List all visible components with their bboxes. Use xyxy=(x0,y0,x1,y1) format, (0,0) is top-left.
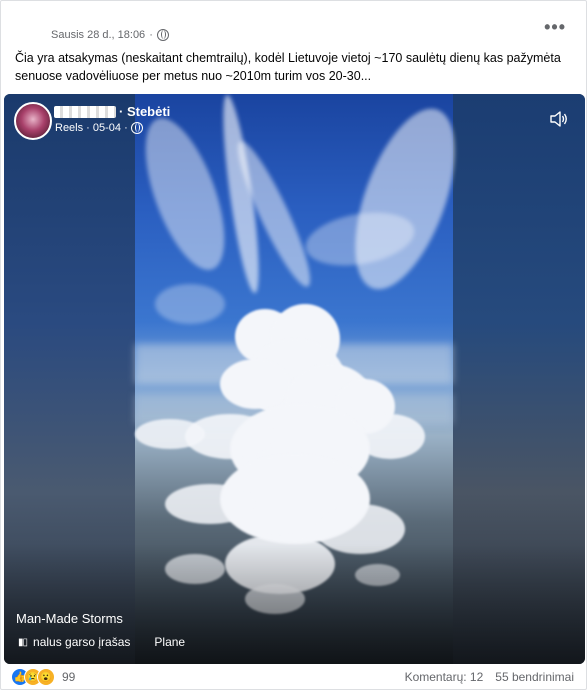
post-footer: 👍 😢 😮 99 Komentarų: 12 55 bendrinimai xyxy=(1,666,586,688)
globe-icon xyxy=(156,29,169,41)
speaker-icon[interactable] xyxy=(549,110,569,128)
author-name-redacted[interactable] xyxy=(54,105,116,118)
shares-count[interactable]: 55 bendrinimai xyxy=(495,670,574,684)
audio-label[interactable]: nalus garso įrašas xyxy=(33,635,130,649)
reel-date[interactable]: Reels · 05-04 · xyxy=(55,122,128,134)
follow-button[interactable]: · Stebėti xyxy=(119,104,170,119)
meta-separator: · xyxy=(149,29,153,41)
reel-meta: Reels · 05-04 · xyxy=(55,122,143,134)
video-player[interactable]: · Stebėti Reels · 05-04 · Man-Made Storm… xyxy=(4,94,585,664)
more-options-button[interactable]: ••• xyxy=(544,17,566,38)
globe-icon xyxy=(130,122,143,134)
post-stats: Komentarų: 12 55 bendrinimai xyxy=(405,670,574,684)
post-timestamp[interactable]: Sausis 28 d., 18:06 xyxy=(51,29,145,41)
reactions-summary[interactable]: 👍 😢 😮 99 xyxy=(11,668,75,686)
post-meta: Sausis 28 d., 18:06 · xyxy=(51,29,169,41)
post-text: Čia yra atsakymas (neskaitant chemtrailų… xyxy=(15,51,561,83)
post-card: Sausis 28 d., 18:06 · ••• Čia yra atsaky… xyxy=(0,0,587,690)
reactions-count[interactable]: 99 xyxy=(62,670,75,684)
audio-wave-icon: ▮▯ xyxy=(18,636,28,648)
comments-count[interactable]: Komentarų: 12 xyxy=(405,670,484,684)
reel-title: Man-Made Storms xyxy=(16,611,123,626)
author-line: · Stebėti xyxy=(54,104,170,119)
wow-icon: 😮 xyxy=(37,668,55,686)
audio-row[interactable]: ▮▯ nalus garso įrašas Plane xyxy=(18,635,185,649)
audio-place[interactable]: Plane xyxy=(154,635,185,649)
author-avatar[interactable] xyxy=(14,102,52,140)
